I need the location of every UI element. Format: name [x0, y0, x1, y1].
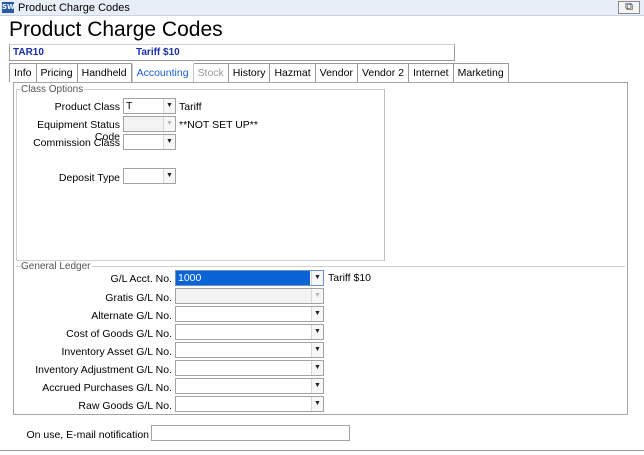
gl-acct-description: Tariff $10 — [328, 272, 371, 284]
inventory-asset-gl-select[interactable]: ▼ — [175, 342, 324, 358]
gratis-gl-label: Gratis G/L No. — [105, 292, 172, 304]
chevron-down-icon: ▼ — [311, 343, 323, 357]
restore-window-button[interactable]: ⧉ — [618, 1, 640, 14]
alternate-gl-label: Alternate G/L No. — [91, 310, 172, 322]
tab-pricing[interactable]: Pricing — [36, 63, 78, 82]
chevron-down-icon: ▼ — [163, 135, 175, 149]
footer-divider — [0, 450, 644, 451]
accrued-purchases-gl-label: Accrued Purchases G/L No. — [42, 382, 172, 394]
gl-acct-label: G/L Acct. No. — [110, 273, 172, 285]
equipment-status-note: **NOT SET UP** — [179, 119, 258, 131]
product-class-label: Product Class — [54, 101, 120, 113]
tab-vendor[interactable]: Vendor — [315, 63, 358, 82]
chevron-down-icon: ▼ — [163, 117, 175, 131]
raw-goods-gl-select[interactable]: ▼ — [175, 396, 324, 412]
deposit-type-label: Deposit Type — [58, 172, 120, 184]
gl-acct-value: 1000 — [176, 271, 310, 285]
tab-hazmat[interactable]: Hazmat — [270, 63, 316, 82]
chevron-down-icon: ▼ — [311, 307, 323, 321]
gl-acct-select[interactable]: 1000 ▼ — [175, 270, 324, 286]
chevron-down-icon: ▼ — [311, 379, 323, 393]
chevron-down-icon: ▼ — [311, 289, 323, 303]
commission-class-select[interactable]: ▼ — [123, 134, 176, 150]
tab-accounting[interactable]: Accounting — [131, 63, 194, 83]
class-options-legend: Class Options — [20, 84, 85, 95]
equipment-status-select: ▼ — [123, 116, 176, 132]
email-notification-label: On use, E-mail notification — [26, 429, 149, 441]
tab-history[interactable]: History — [228, 63, 271, 82]
chevron-down-icon: ▼ — [163, 169, 175, 183]
product-class-select[interactable]: T ▼ — [123, 98, 176, 114]
deposit-type-select[interactable]: ▼ — [123, 168, 176, 184]
tab-handheld[interactable]: Handheld — [77, 63, 132, 82]
page-title: Product Charge Codes — [9, 18, 223, 41]
gratis-gl-select: ▼ — [175, 288, 324, 304]
chevron-down-icon: ▼ — [311, 361, 323, 375]
window-titlebar: SW Product Charge Codes ⧉ — [0, 0, 644, 16]
product-class-description: Tariff — [179, 101, 202, 113]
tab-info[interactable]: Info — [9, 63, 37, 82]
inventory-adjustment-gl-label: Inventory Adjustment G/L No. — [35, 364, 172, 376]
tab-vendor-2[interactable]: Vendor 2 — [357, 63, 409, 82]
window-title: Product Charge Codes — [18, 2, 130, 14]
chevron-down-icon: ▼ — [311, 397, 323, 411]
record-code: TAR10 — [13, 47, 44, 58]
cogs-gl-select[interactable]: ▼ — [175, 324, 324, 340]
chevron-down-icon: ▼ — [311, 271, 323, 285]
general-ledger-legend: General Ledger — [20, 261, 92, 272]
app-icon: SW — [2, 2, 15, 13]
tab-stock: Stock — [193, 63, 229, 82]
commission-class-label: Commission Class — [33, 137, 120, 149]
group-divider — [384, 89, 385, 261]
chevron-down-icon: ▼ — [311, 325, 323, 339]
tab-internet[interactable]: Internet — [408, 63, 454, 82]
alternate-gl-select[interactable]: ▼ — [175, 306, 324, 322]
product-class-value: T — [126, 100, 133, 112]
email-notification-field[interactable] — [151, 425, 350, 441]
raw-goods-gl-label: Raw Goods G/L No. — [78, 400, 172, 412]
cogs-gl-label: Cost of Goods G/L No. — [66, 328, 172, 340]
tab-strip: Info Pricing Handheld Accounting Stock H… — [9, 63, 509, 83]
accrued-purchases-gl-select[interactable]: ▼ — [175, 378, 324, 394]
record-header: TAR10 Tariff $10 — [9, 44, 455, 61]
tab-marketing[interactable]: Marketing — [453, 63, 509, 82]
inventory-asset-gl-label: Inventory Asset G/L No. — [61, 346, 173, 358]
record-description: Tariff $10 — [136, 47, 180, 58]
inventory-adjustment-gl-select[interactable]: ▼ — [175, 360, 324, 376]
chevron-down-icon: ▼ — [163, 99, 175, 113]
